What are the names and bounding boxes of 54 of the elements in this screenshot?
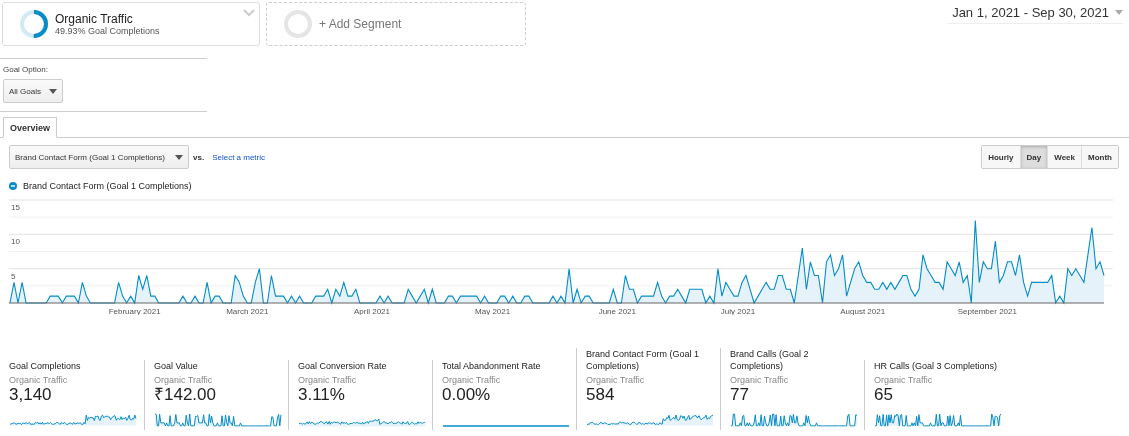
metric-segment-label: Organic Traffic [9, 375, 69, 385]
metric-title: Goal Conversion Rate [298, 360, 388, 372]
add-segment-button[interactable]: + Add Segment [266, 2, 526, 46]
axis-tick-label: February 2021 [108, 307, 161, 315]
date-range-picker[interactable]: Jan 1, 2021 - Sep 30, 2021 [948, 2, 1123, 24]
goal-option-label: Goal Option: [3, 65, 49, 74]
empty-ring-icon [283, 9, 313, 39]
caret-icon [1115, 10, 1123, 15]
metric-value: 77 [730, 385, 750, 405]
metric-value: 65 [874, 385, 894, 405]
segment-title: Organic Traffic [55, 12, 134, 26]
donut-icon [19, 9, 49, 39]
chevron-down-icon [243, 9, 255, 17]
metric-segment-label: Organic Traffic [586, 375, 646, 385]
axis-tick-label: June 2021 [598, 307, 636, 315]
tab[interactable]: Overview [3, 117, 58, 138]
caret-icon [49, 88, 57, 94]
axis-tick-label: 5 [11, 271, 16, 281]
legend-label: Brand Contact Form (Goal 1 Completions) [23, 181, 192, 191]
metric-title: Goal Completions [9, 360, 82, 372]
axis-tick-label: 10 [11, 237, 20, 247]
metric-segment-label: Organic Traffic [154, 375, 214, 385]
metric-title: Total Abandonment Rate [442, 360, 542, 372]
axis-tick-label: 15 [11, 203, 20, 212]
axis-tick-label: July 2021 [720, 307, 756, 315]
metric-segment-label: Organic Traffic [874, 375, 934, 385]
metric-value: 584 [586, 385, 616, 405]
axis-tick-label: September 2021 [957, 307, 1017, 315]
granularity-button[interactable]: Day [1019, 146, 1048, 168]
metric-title: HR Calls (Goal 3 Completions) [874, 360, 999, 372]
metric-value: ₹142.00 [154, 385, 217, 405]
metric-title: Brand Calls (Goal 2 Completions) [730, 348, 810, 372]
metric-segment-label: Organic Traffic [442, 375, 502, 385]
metric-value: 3,140 [9, 385, 53, 405]
axis-tick-label: May 2021 [475, 307, 511, 315]
segment-card[interactable]: Organic Traffic 49.93% Goal Completions [2, 2, 260, 46]
metric-value: 0.00% [442, 385, 492, 405]
metric-segment-label: Organic Traffic [730, 375, 790, 385]
granularity-button[interactable]: Week [1047, 146, 1081, 168]
segment-subtitle: 49.93% Goal Completions [55, 26, 160, 36]
caret-icon [175, 154, 183, 160]
axis-tick-label: August 2021 [840, 307, 886, 315]
granularity-button[interactable]: Month [1081, 146, 1118, 168]
vs-label: vs. [193, 152, 205, 162]
metric-title: Brand Contact Form (Goal 1 Completions) [586, 348, 701, 372]
metric-segment-label: Organic Traffic [298, 375, 358, 385]
metric-dropdown[interactable]: Brand Contact Form (Goal 1 Completions) [9, 145, 189, 169]
goal-dropdown[interactable]: All Goals [3, 79, 63, 103]
axis-tick-label: March 2021 [226, 307, 269, 315]
metric-title: Goal Value [154, 360, 199, 372]
granularity-button[interactable]: Hourly [982, 146, 1020, 168]
axis-tick-label: April 2021 [353, 307, 390, 315]
select-metric-link[interactable]: Select a metric [212, 152, 266, 162]
metric-value: 3.11% [298, 385, 346, 405]
